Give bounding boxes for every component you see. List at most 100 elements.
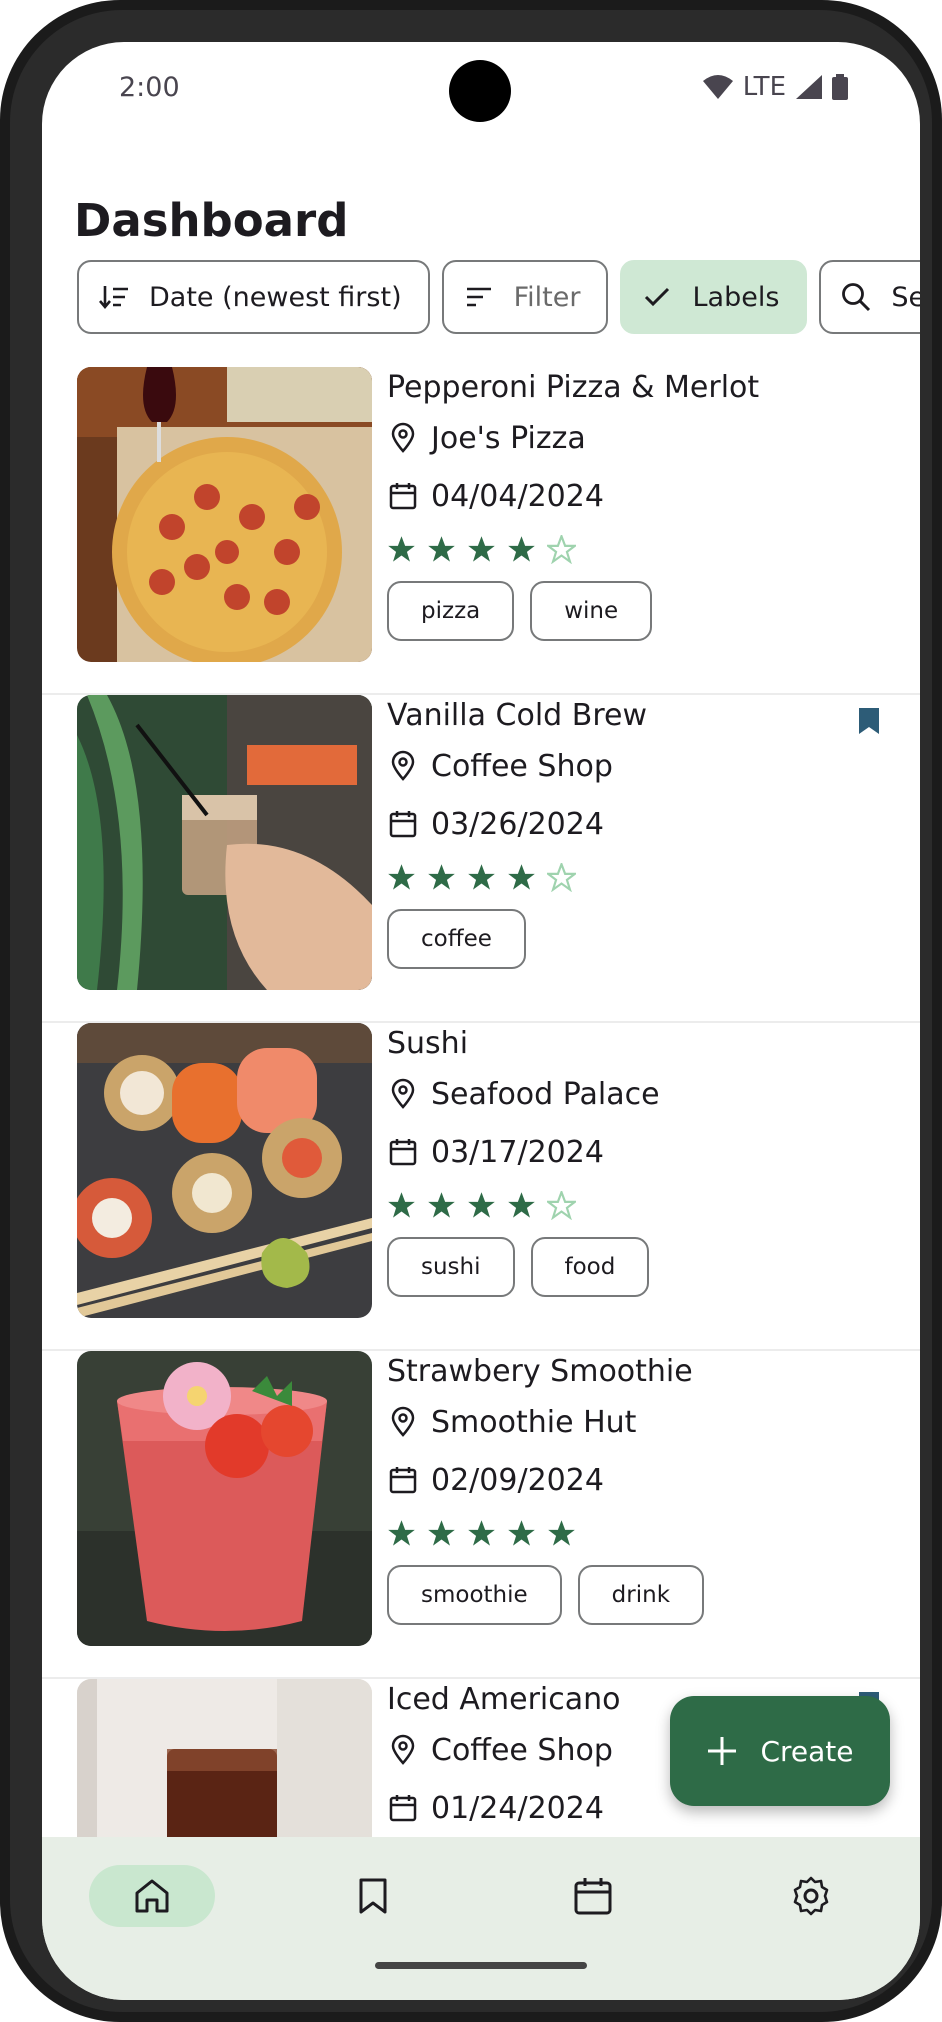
list-item[interactable]: Vanilla Cold Brew Coffee Shop 03/26/2024 xyxy=(42,695,920,1023)
entry-date-line: 04/04/2024 xyxy=(387,467,890,525)
tag-chip[interactable]: pizza xyxy=(387,581,515,641)
bookmark-icon xyxy=(359,1878,387,1914)
device-frame: 2:00 LTE Dashboard Date (newest first) F… xyxy=(0,0,942,2022)
search-chip[interactable]: Se xyxy=(819,260,920,334)
star-filled-icon xyxy=(428,535,455,562)
wifi-icon xyxy=(702,75,733,99)
star-filled-icon xyxy=(548,1519,575,1546)
star-filled-icon xyxy=(508,1191,535,1218)
calendar-icon xyxy=(389,483,417,510)
sort-icon xyxy=(99,282,129,312)
location-pin-icon xyxy=(391,750,415,781)
nav-home[interactable] xyxy=(89,1865,215,1927)
location-pin-icon xyxy=(391,1734,415,1765)
star-filled-icon xyxy=(388,1519,415,1546)
star-filled-icon xyxy=(428,1519,455,1546)
nav-bookmarks[interactable] xyxy=(310,1865,436,1927)
nav-calendar[interactable] xyxy=(530,1865,656,1927)
star-outline-icon xyxy=(547,1190,576,1220)
status-icons: LTE xyxy=(702,72,848,102)
filter-chip-row: Date (newest first) Filter Labels Se xyxy=(77,260,920,334)
status-bar: 2:00 LTE xyxy=(42,42,920,138)
entry-title: Strawbery Smoothie xyxy=(387,1354,693,1389)
entry-tags: coffee xyxy=(387,909,890,969)
entry-list: Pepperoni Pizza & Merlot Joe's Pizza 04/… xyxy=(42,367,920,1867)
star-filled-icon xyxy=(388,1191,415,1218)
star-filled-icon xyxy=(428,863,455,890)
home-icon xyxy=(135,1879,169,1913)
entry-info: Vanilla Cold Brew Coffee Shop 03/26/2024 xyxy=(387,695,890,969)
list-item[interactable]: Sushi Seafood Palace 03/17/2024 sushi fo… xyxy=(42,1023,920,1351)
nav-settings[interactable] xyxy=(748,1865,874,1927)
star-filled-icon xyxy=(468,1519,495,1546)
camera-cutout xyxy=(449,60,511,122)
page-title: Dashboard xyxy=(74,194,349,247)
entry-place: Smoothie Hut xyxy=(431,1404,637,1440)
calendar-icon xyxy=(389,1139,417,1166)
tag-chip[interactable]: drink xyxy=(577,1565,705,1625)
location-pin-icon xyxy=(391,1078,415,1109)
entry-info: Sushi Seafood Palace 03/17/2024 sushi fo… xyxy=(387,1023,890,1297)
tag-chip[interactable]: sushi xyxy=(387,1237,515,1297)
labels-chip-label: Labels xyxy=(692,281,780,313)
entry-tags: smoothie drink xyxy=(387,1565,890,1625)
star-filled-icon xyxy=(468,535,495,562)
star-filled-icon xyxy=(428,1191,455,1218)
search-chip-label: Se xyxy=(891,281,920,313)
entry-place: Coffee Shop xyxy=(431,748,613,784)
entry-location: Smoothie Hut xyxy=(387,1393,890,1451)
entry-date: 03/26/2024 xyxy=(431,806,604,842)
tag-chip[interactable]: wine xyxy=(530,581,653,641)
calendar-icon xyxy=(389,1795,417,1822)
list-item[interactable]: Strawbery Smoothie Smoothie Hut 02/09/20… xyxy=(42,1351,920,1679)
entry-location: Seafood Palace xyxy=(387,1065,890,1123)
star-outline-icon xyxy=(547,534,576,564)
entry-location: Coffee Shop xyxy=(387,737,890,795)
star-filled-icon xyxy=(468,863,495,890)
settings-icon xyxy=(793,1876,829,1916)
tag-chip[interactable]: coffee xyxy=(387,909,526,969)
entry-photo xyxy=(77,1351,372,1646)
tag-chip[interactable]: food xyxy=(530,1237,650,1297)
entry-date: 03/17/2024 xyxy=(431,1134,604,1170)
calendar-icon xyxy=(574,1878,612,1915)
star-filled-icon xyxy=(388,863,415,890)
entry-photo xyxy=(77,1023,372,1318)
entry-title: Sushi xyxy=(387,1026,469,1061)
entry-place: Joe's Pizza xyxy=(431,420,586,456)
rating-stars xyxy=(387,529,890,569)
entry-info: Strawbery Smoothie Smoothie Hut 02/09/20… xyxy=(387,1351,890,1625)
location-pin-icon xyxy=(391,422,415,453)
star-filled-icon xyxy=(388,535,415,562)
entry-photo xyxy=(77,695,372,990)
rating-stars xyxy=(387,1185,890,1225)
battery-icon xyxy=(832,74,848,100)
create-button[interactable]: Create xyxy=(670,1696,890,1806)
entry-info: Pepperoni Pizza & Merlot Joe's Pizza 04/… xyxy=(387,367,890,641)
sort-chip[interactable]: Date (newest first) xyxy=(77,260,430,334)
bookmark-filled-icon[interactable] xyxy=(858,707,880,735)
entry-date: 01/24/2024 xyxy=(431,1790,604,1826)
list-item[interactable]: Pepperoni Pizza & Merlot Joe's Pizza 04/… xyxy=(42,367,920,695)
gesture-handle[interactable] xyxy=(375,1962,587,1969)
entry-photo xyxy=(77,367,372,662)
labels-chip[interactable]: Labels xyxy=(620,260,808,334)
check-icon xyxy=(642,282,672,312)
star-filled-icon xyxy=(508,863,535,890)
filter-chip[interactable]: Filter xyxy=(441,260,609,334)
entry-date: 04/04/2024 xyxy=(431,478,604,514)
entry-date: 02/09/2024 xyxy=(431,1462,604,1498)
entry-date-line: 03/17/2024 xyxy=(387,1123,890,1181)
sort-chip-label: Date (newest first) xyxy=(149,281,402,313)
tag-chip[interactable]: smoothie xyxy=(387,1565,562,1625)
entry-location: Joe's Pizza xyxy=(387,409,890,467)
signal-icon xyxy=(796,75,822,99)
entry-place: Coffee Shop xyxy=(431,1732,613,1768)
bottom-navigation xyxy=(42,1837,920,2000)
entry-tags: sushi food xyxy=(387,1237,890,1297)
network-label: LTE xyxy=(742,72,786,102)
entry-date-line: 02/09/2024 xyxy=(387,1451,890,1509)
star-filled-icon xyxy=(508,535,535,562)
star-outline-icon xyxy=(547,862,576,892)
entry-date-line: 03/26/2024 xyxy=(387,795,890,853)
